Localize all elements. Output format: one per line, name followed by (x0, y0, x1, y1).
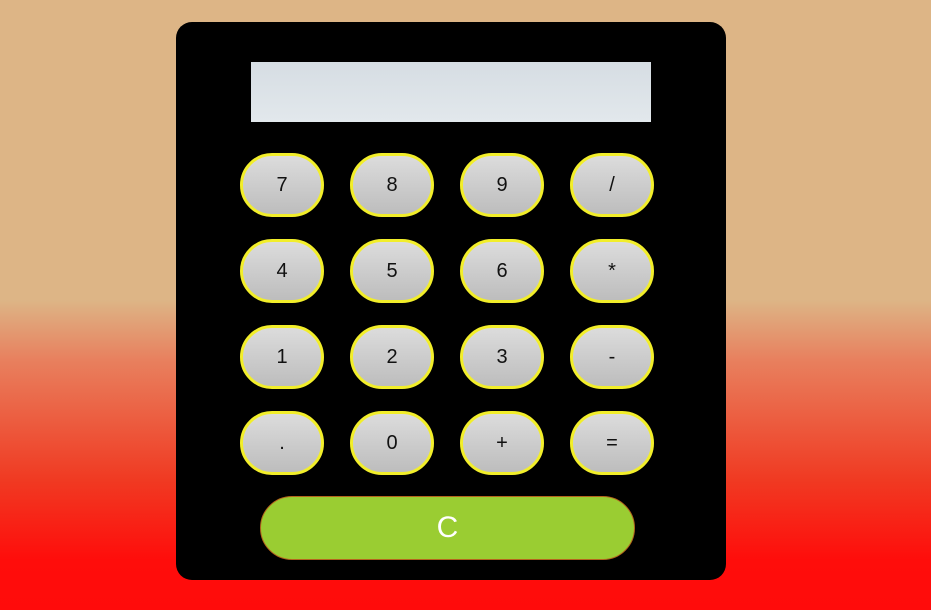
key-6[interactable]: 6 (460, 239, 544, 303)
calculator-display[interactable] (251, 62, 651, 122)
key-4[interactable]: 4 (240, 239, 324, 303)
key-8[interactable]: 8 (350, 153, 434, 217)
key-subtract[interactable]: - (570, 325, 654, 389)
key-1[interactable]: 1 (240, 325, 324, 389)
key-7[interactable]: 7 (240, 153, 324, 217)
key-decimal[interactable]: . (240, 411, 324, 475)
calculator: 7 8 9 / 4 5 6 * 1 2 3 - . 0 + = C (176, 22, 726, 580)
key-add[interactable]: + (460, 411, 544, 475)
key-0[interactable]: 0 (350, 411, 434, 475)
key-5[interactable]: 5 (350, 239, 434, 303)
key-2[interactable]: 2 (350, 325, 434, 389)
key-multiply[interactable]: * (570, 239, 654, 303)
clear-button[interactable]: C (260, 496, 635, 560)
key-divide[interactable]: / (570, 153, 654, 217)
key-3[interactable]: 3 (460, 325, 544, 389)
key-equals[interactable]: = (570, 411, 654, 475)
key-9[interactable]: 9 (460, 153, 544, 217)
